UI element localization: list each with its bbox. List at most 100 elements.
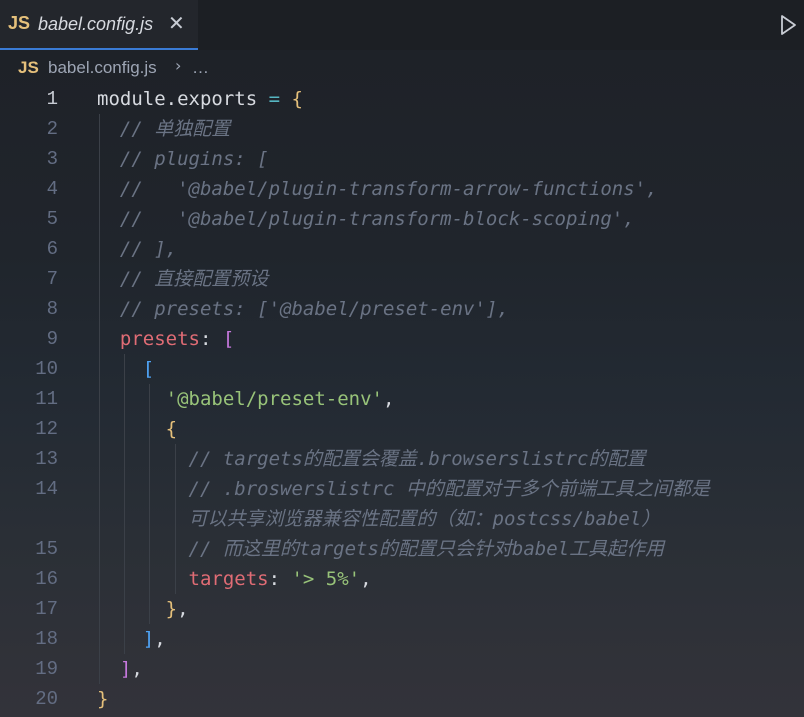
code-text[interactable]: {: [97, 414, 177, 444]
code-text[interactable]: // plugins: [: [97, 144, 269, 174]
chevron-right-icon: ›: [175, 56, 182, 75]
line-number: 6: [46, 238, 58, 260]
code-token: // '@babel/plugin-transform-arrow-functi…: [97, 178, 658, 200]
code-line[interactable]: 12 {: [0, 414, 804, 444]
code-token: // plugins: [: [97, 148, 269, 170]
code-token: ]: [119, 658, 132, 680]
code-line[interactable]: 14 // .broswerslistrc 中的配置对于多个前端工具之间都是: [0, 474, 804, 504]
code-token: [: [142, 358, 155, 380]
code-token: ,: [154, 628, 166, 650]
code-token: // .broswerslistrc 中的配置对于多个前端工具之间都是: [97, 478, 710, 500]
code-token: // 直接配置预设: [97, 268, 269, 290]
code-token: [: [222, 328, 235, 350]
code-token: presets: [119, 328, 200, 350]
code-line[interactable]: 8 // presets: ['@babel/preset-env'],: [0, 294, 804, 324]
code-text[interactable]: // 单独配置: [97, 114, 230, 144]
code-token: 可以共享浏览器兼容性配置的（如：postcss/babel）: [97, 508, 661, 530]
code-line[interactable]: 2 // 单独配置: [0, 114, 804, 144]
code-line[interactable]: 可以共享浏览器兼容性配置的（如：postcss/babel）: [0, 504, 804, 534]
code-token: '@babel/preset-env': [165, 388, 383, 410]
line-number: 10: [35, 358, 58, 380]
run-icon[interactable]: [778, 14, 798, 36]
code-token: module.exports: [97, 88, 258, 110]
code-text[interactable]: '@babel/preset-env',: [97, 384, 395, 414]
code-text[interactable]: // ],: [97, 234, 177, 264]
code-token: ]: [142, 628, 155, 650]
code-line[interactable]: 9 presets: [: [0, 324, 804, 354]
code-editor[interactable]: 1 module.exports = {2 // 单独配置 3 // plugins…: [0, 84, 804, 717]
code-text[interactable]: // targets的配置会覆盖.browserslistrc的配置: [97, 444, 646, 474]
code-text[interactable]: ],: [97, 654, 143, 684]
code-text[interactable]: 可以共享浏览器兼容性配置的（如：postcss/babel）: [97, 504, 661, 534]
code-text[interactable]: // '@babel/plugin-transform-arrow-functi…: [97, 174, 658, 204]
line-number: 11: [35, 388, 58, 410]
code-text[interactable]: // .broswerslistrc 中的配置对于多个前端工具之间都是: [97, 474, 710, 504]
code-token: {: [165, 418, 178, 440]
code-text[interactable]: presets: [: [97, 324, 234, 354]
code-text[interactable]: // '@babel/plugin-transform-block-scopin…: [97, 204, 635, 234]
code-line[interactable]: 4 // '@babel/plugin-transform-arrow-func…: [0, 174, 804, 204]
code-text[interactable]: [: [97, 354, 154, 384]
line-number: 9: [46, 328, 58, 350]
code-token: :: [268, 568, 292, 590]
code-line[interactable]: 17 },: [0, 594, 804, 624]
code-token: // '@babel/plugin-transform-block-scopin…: [97, 208, 635, 230]
line-number: 1: [46, 88, 58, 110]
code-token: // 单独配置: [97, 118, 231, 140]
code-line[interactable]: 1 module.exports = {: [0, 84, 804, 114]
code-line[interactable]: 13 // targets的配置会覆盖.browserslistrc的配置: [0, 444, 804, 474]
breadcrumb: JS babel.config.js › …: [0, 52, 804, 84]
code-text[interactable]: }: [97, 684, 108, 714]
code-text[interactable]: targets: '> 5%',: [97, 564, 372, 594]
code-line[interactable]: 5 // '@babel/plugin-transform-block-scop…: [0, 204, 804, 234]
code-token: ,: [131, 658, 143, 680]
code-line[interactable]: 7 // 直接配置预设: [0, 264, 804, 294]
line-number: 5: [46, 208, 58, 230]
code-line[interactable]: 3 // plugins: [: [0, 144, 804, 174]
code-line[interactable]: 10 [: [0, 354, 804, 384]
code-line[interactable]: 15 // 而这里的targets的配置只会针对babel工具起作用: [0, 534, 804, 564]
code-line[interactable]: 6 // ],: [0, 234, 804, 264]
tab-title[interactable]: babel.config.js: [38, 14, 153, 35]
line-number: 4: [46, 178, 58, 200]
code-line[interactable]: 18 ],: [0, 624, 804, 654]
code-token: '> 5%': [291, 568, 361, 590]
line-number: 3: [46, 148, 58, 170]
code-text[interactable]: },: [97, 594, 189, 624]
code-line[interactable]: 20}: [0, 684, 804, 714]
code-token: ,: [177, 598, 189, 620]
code-token: // 而这里的targets的配置只会针对babel工具起作用: [97, 538, 665, 560]
code-line[interactable]: 19 ],: [0, 654, 804, 684]
code-line[interactable]: 11 '@babel/preset-env',: [0, 384, 804, 414]
code-text[interactable]: // presets: ['@babel/preset-env'],: [97, 294, 509, 324]
code-token: }: [97, 688, 109, 710]
line-number: 13: [35, 448, 58, 470]
code-token: {: [291, 88, 303, 110]
code-text[interactable]: // 而这里的targets的配置只会针对babel工具起作用: [97, 534, 665, 564]
code-token: // targets的配置会覆盖.browserslistrc的配置: [97, 448, 646, 470]
line-number: 19: [35, 658, 58, 680]
breadcrumb-more[interactable]: …: [192, 58, 209, 78]
code-text[interactable]: ],: [97, 624, 166, 654]
tab-babel-config[interactable]: JS babel.config.js ✕: [0, 0, 198, 50]
line-number: 20: [35, 688, 58, 710]
code-text[interactable]: // 直接配置预设: [97, 264, 268, 294]
javascript-file-icon: JS: [8, 13, 31, 33]
code-token: // ],: [97, 238, 178, 260]
line-number: 8: [46, 298, 58, 320]
tab-bar: JS babel.config.js ✕: [0, 0, 804, 50]
line-number: 12: [35, 418, 58, 440]
close-icon[interactable]: ✕: [168, 11, 188, 35]
breadcrumb-file[interactable]: babel.config.js: [48, 58, 157, 78]
code-line[interactable]: 16 targets: '> 5%',: [0, 564, 804, 594]
code-text[interactable]: module.exports = {: [97, 84, 303, 114]
code-token: :: [199, 328, 223, 350]
code-token: ,: [360, 568, 372, 590]
